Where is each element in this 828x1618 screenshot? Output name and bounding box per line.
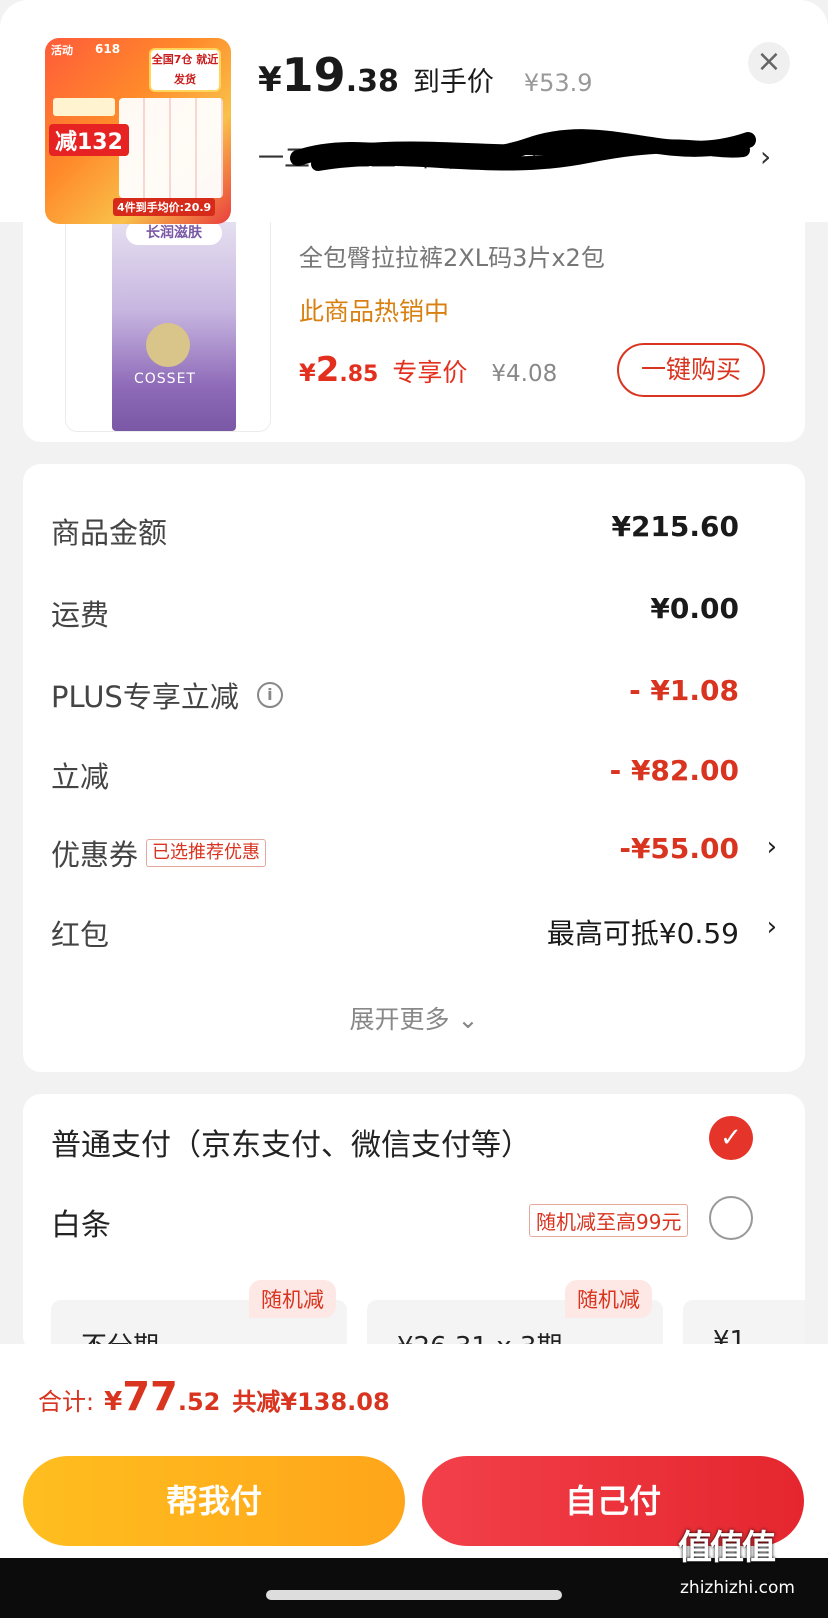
detail-row-coupon[interactable]: 优惠券 已选推荐优惠 -¥55.00 › [51,832,777,872]
thumb-warehouse-badge: 全国7仓 就近发货 [149,48,221,92]
pack-brand: COSSET [134,371,196,387]
payment-baitiao-label[interactable]: 白条 [51,1200,111,1244]
price-integer: 19 [281,48,346,102]
thumb-discount-text: 减132 [49,124,129,156]
detail-label: PLUS专享立减 [51,680,239,714]
close-button[interactable]: × [748,42,790,84]
thumb-618-badge: 618 [95,42,121,56]
total-saved: 共减¥138.08 [232,1388,390,1416]
pack-title: 长润滋肤 [126,221,222,245]
final-price: ¥ 19 .38 到手价 ¥53.9 [258,48,593,102]
rec-price-integer: 2 [315,350,340,390]
installment-random-tag: 随机减 [565,1280,652,1318]
coupon-selected-tag: 已选推荐优惠 [146,839,267,867]
thumb-avg-price: 4件到手均价:20.9 [113,198,216,216]
order-total: 合计: ¥ 77 .52 共减¥138.08 [38,1374,390,1420]
expand-more-button[interactable]: 展开更多 ⌄ [23,1000,805,1036]
product-thumbnail[interactable]: 活动 618 全国7仓 就近发货 减132 4件到手均价:20.9 [45,38,231,224]
thumb-strip [53,98,115,116]
rec-price-decimal: .85 [339,362,379,387]
detail-row-shipping: 运费 ¥0.00 [51,592,777,632]
baitiao-discount-tag: 随机减至高99元 [529,1204,689,1237]
rec-price-currency: ¥ [299,359,316,387]
original-price: ¥53.9 [523,69,593,97]
total-integer: 77 [122,1374,178,1420]
detail-label-wrap: PLUS专享立减 i [51,674,283,716]
recommended-product-image[interactable]: 长润滋肤 COSSET [65,210,271,432]
payment-method-card: 普通支付（京东支付、微信支付等） ✓ 白条 随机减至高99元 不分期 随机减 ¥… [23,1094,805,1354]
installment-random-tag: 随机减 [249,1280,336,1318]
price-label: 到手价 [412,67,494,98]
detail-label: 优惠券 [51,838,139,872]
one-click-buy-button[interactable]: 一键购买 [617,343,765,397]
total-decimal: .52 [177,1388,221,1416]
detail-value: - ¥1.08 [629,674,739,707]
chevron-right-icon[interactable]: › [760,140,771,173]
hot-selling-label: 此商品热销中 [299,297,450,326]
detail-label: 红包 [51,918,110,952]
detail-value: - ¥82.00 [609,754,739,787]
redaction-scribble [290,129,756,171]
price-currency: ¥ [258,60,282,100]
detail-value: ¥215.60 [611,510,739,543]
recommended-price: ¥ 2 .85 专享价 ¥4.08 [299,350,557,390]
detail-value: -¥55.00 [619,832,739,865]
detail-row-red-packet[interactable]: 红包 最高可抵¥0.59 › [51,912,777,952]
chevron-right-icon[interactable]: › [767,912,777,942]
info-icon[interactable]: i [256,682,283,708]
help-me-pay-button[interactable]: 帮我付 [23,1456,405,1546]
total-label: 合计: [38,1388,95,1416]
radio-unselected-icon[interactable] [709,1196,753,1240]
price-decimal: .38 [345,64,399,99]
watermark-logo: 值值值 [678,1528,776,1568]
detail-value: ¥0.00 [650,592,739,625]
rec-original-price: ¥4.08 [491,361,558,387]
product-summary-header: 活动 618 全国7仓 就近发货 减132 4件到手均价:20.9 ¥ 19 .… [0,0,828,224]
check-selected-icon[interactable]: ✓ [709,1116,753,1160]
detail-row-plus-discount: PLUS专享立减 i - ¥1.08 [51,674,777,714]
total-currency: ¥ [104,1387,123,1417]
detail-value: 最高可抵¥0.59 [546,917,739,950]
detail-row-instant-discount: 立减 - ¥82.00 [51,754,777,794]
thumb-product-packs [119,98,223,198]
home-indicator[interactable] [266,1590,562,1600]
detail-label: 商品金额 [51,516,168,550]
rec-price-label: 专享价 [392,358,468,387]
price-details-card: 商品金额 ¥215.60 运费 ¥0.00 PLUS专享立减 i - ¥1.08… [23,464,805,1072]
detail-label: 运费 [51,598,110,632]
detail-row-goods-amount: 商品金额 ¥215.60 [51,510,777,550]
recommended-product-name[interactable]: 全包臀拉拉裤2XL码3片x2包 [299,238,605,273]
thumb-activity-tag: 活动 [51,44,73,57]
chevron-right-icon[interactable]: › [767,832,777,862]
detail-label-wrap: 优惠券 已选推荐优惠 [51,832,267,874]
pack-seal-icon [146,323,190,367]
watermark-url: zhizhizhi.com [680,1578,795,1598]
payment-normal-label[interactable]: 普通支付（京东支付、微信支付等） [51,1120,531,1164]
spec-selector[interactable]: 一二 一二二一四期二二八 [258,129,758,178]
detail-label: 立减 [51,760,110,794]
